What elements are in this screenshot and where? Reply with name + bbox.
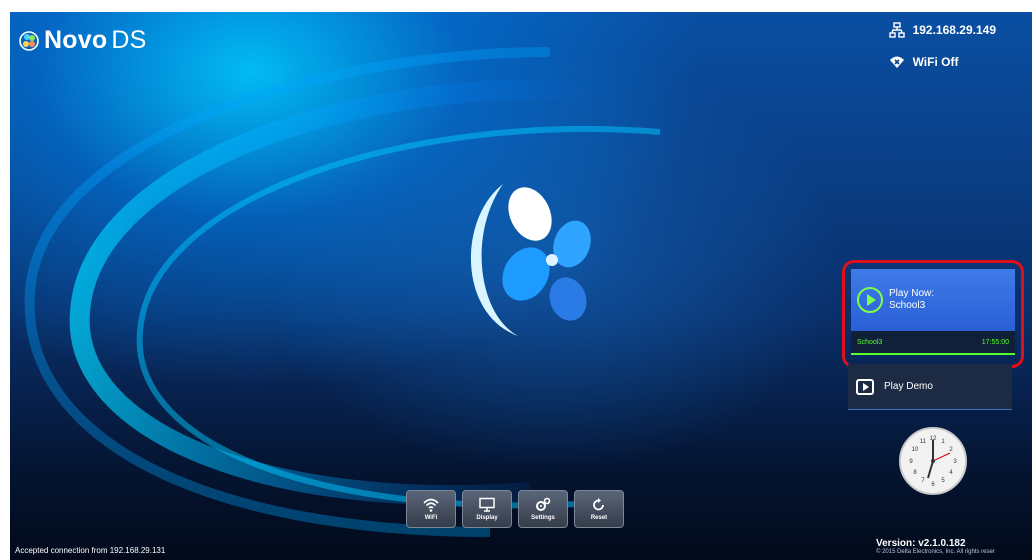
play-now-label: Play Now: xyxy=(889,288,935,299)
status-message: Accepted connection from 192.168.29.131 xyxy=(15,546,166,555)
display-button-label: Display xyxy=(476,515,498,521)
center-logo xyxy=(470,184,591,336)
copyright-text: © 2015 Delta Electronics, Inc. All right… xyxy=(876,549,995,555)
ip-address: 192.168.29.149 xyxy=(912,23,996,37)
logo-text-suffix: DS xyxy=(111,26,147,54)
version-info: Version: v2.1.0.182 © 2015 Delta Electro… xyxy=(876,538,1022,555)
wifi-button[interactable]: WiFi xyxy=(406,490,456,528)
ethernet-icon xyxy=(888,22,905,38)
schedule-time: 17:55:00 xyxy=(981,338,1009,346)
version-text: Version: v2.1.0.182 xyxy=(876,538,966,549)
bottom-toolbar: WiFi Display Settings Reset xyxy=(406,490,624,528)
settings-button-label: Settings xyxy=(531,515,555,521)
analog-clock: 12 1 2 3 4 5 6 7 8 9 10 11 xyxy=(899,427,967,495)
network-info: 192.168.29.149 WiFi Off xyxy=(888,20,996,84)
novods-logo-icon xyxy=(19,30,39,51)
wifi-icon xyxy=(423,498,439,512)
clock-number-10: 10 xyxy=(912,447,919,453)
ethernet-status: 192.168.29.149 xyxy=(888,20,996,40)
play-now-text: Play Now: School3 xyxy=(889,288,934,312)
app-screen: Novo DS 192.168.29.149 WiFi Off Play Now… xyxy=(10,12,1032,560)
play-demo-button[interactable]: Play Demo xyxy=(848,364,1012,410)
display-button[interactable]: Display xyxy=(462,490,512,528)
play-demo-icon xyxy=(856,378,874,395)
novods-logo: Novo DS xyxy=(18,26,146,55)
wifi-off-icon xyxy=(889,56,904,68)
reset-button[interactable]: Reset xyxy=(574,490,624,528)
settings-button[interactable]: Settings xyxy=(518,490,568,528)
play-icon xyxy=(857,287,883,313)
connection-status: Accepted connection from 192.168.29.131 xyxy=(10,546,165,555)
wifi-status-text: WiFi Off xyxy=(912,55,959,69)
reset-button-label: Reset xyxy=(590,515,608,521)
gears-icon xyxy=(536,497,551,511)
play-now-panel[interactable]: Play Now: School3 School3 17:55:00 xyxy=(842,260,1024,368)
logo-text-prefix: Novo xyxy=(44,26,108,54)
clock-number-11: 11 xyxy=(920,439,927,445)
monitor-icon xyxy=(479,497,495,512)
schedule-name: School3 xyxy=(857,338,883,346)
schedule-bar: School3 17:55:00 xyxy=(851,331,1015,355)
play-now-title: School3 xyxy=(889,300,926,311)
play-now-button[interactable]: Play Now: School3 xyxy=(851,269,1015,331)
wifi-button-label: WiFi xyxy=(424,515,438,521)
wifi-status: WiFi Off xyxy=(889,52,996,72)
reset-icon xyxy=(593,498,604,511)
play-demo-label: Play Demo xyxy=(884,381,933,392)
